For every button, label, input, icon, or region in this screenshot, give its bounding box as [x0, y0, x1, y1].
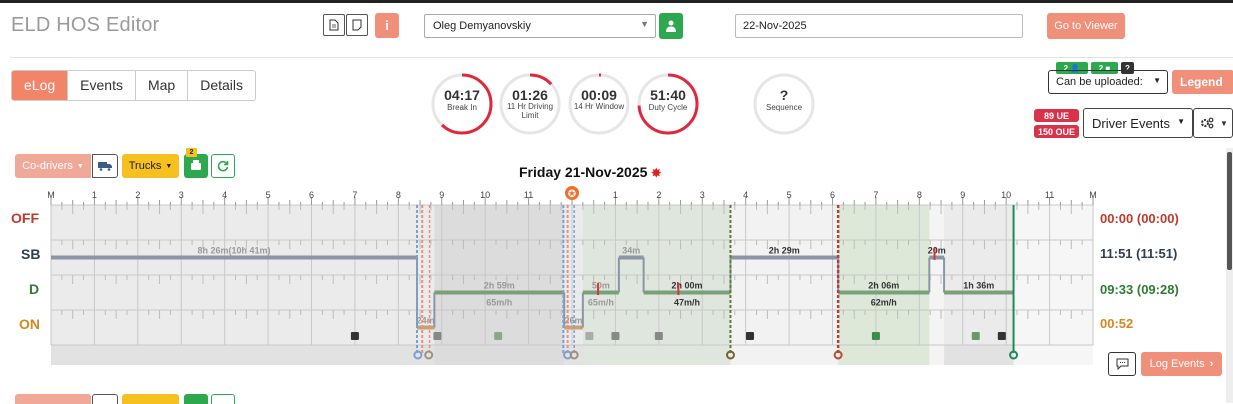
x-tick-label: 10: [480, 190, 490, 200]
sleeper-zone-shade: [929, 205, 945, 365]
x-tick-label: 9: [960, 190, 965, 200]
future-zone-shade: [1013, 205, 1093, 365]
event-icon: [871, 332, 880, 340]
x-tick-label: 3: [700, 190, 705, 200]
total-sb: 11:51 (11:51): [1100, 246, 1178, 261]
x-tick-label: 1: [92, 190, 97, 200]
segment-duration-label: 24m: [417, 316, 435, 326]
comments-button[interactable]: [1108, 352, 1136, 376]
noon-star-icon: ✪: [568, 189, 576, 200]
segment-duration-label: 20m: [928, 246, 946, 256]
x-tick-label: 7: [873, 190, 878, 200]
row-label-on: ON: [19, 316, 40, 332]
segment-duration-label: 50m: [592, 281, 610, 291]
row-label-off: OFF: [11, 210, 39, 226]
event-icon: [494, 332, 503, 340]
x-tick-label: 11: [524, 190, 533, 200]
x-tick-label: 4: [743, 190, 748, 200]
segment-speed-label: 65m/h: [486, 298, 512, 308]
segment-duration-label: 1h 36m: [963, 281, 994, 291]
row-label-sb: SB: [21, 246, 41, 262]
x-tick-label: 7: [352, 190, 357, 200]
total-d: 09:33 (09:28): [1100, 282, 1179, 297]
event-icon: [611, 332, 620, 340]
x-tick-label: 3: [179, 190, 184, 200]
x-tick-label: M: [47, 190, 55, 200]
log-events-button[interactable]: Log Events ›: [1141, 352, 1222, 376]
segment-duration-label: 2h 59m: [484, 281, 515, 291]
sleeper-zone-shade: [730, 205, 839, 365]
x-tick-label: 1: [613, 190, 618, 200]
log-events-label: Log Events: [1149, 358, 1205, 370]
segment-speed-label: 62m/h: [871, 298, 897, 308]
x-tick-label: 8: [396, 190, 401, 200]
scrollbar-thumb[interactable]: [1227, 152, 1232, 270]
event-icon: [433, 332, 442, 340]
x-tick-label: 6: [830, 190, 835, 200]
x-tick-label: 2: [135, 190, 140, 200]
elog-chart: M 1 2 3 4 5 6 7 8 9 10 11 1 2 3 4 5 6 7 8 9 10 11 M✪8h 26m(10h …: [47, 186, 1097, 365]
total-on: 00:52: [1100, 316, 1134, 331]
x-tick-label: M: [1089, 190, 1097, 200]
x-tick-label: 9: [439, 190, 444, 200]
event-icon: [997, 332, 1006, 340]
event-icon: [654, 332, 663, 340]
segment-duration-label: 8h 26m(10h 41m): [197, 246, 270, 256]
segment-duration-label: 2h 00m: [672, 281, 703, 291]
event-icon: [585, 332, 594, 340]
chat-icon: [1116, 358, 1128, 370]
x-tick-label: 8: [917, 190, 922, 200]
segment-speed-label: 65m/h: [588, 298, 614, 308]
x-tick-label: 5: [266, 190, 271, 200]
x-tick-label: 5: [787, 190, 792, 200]
row-label-d: D: [29, 281, 40, 297]
x-tick-label: 10: [1001, 190, 1011, 200]
x-tick-label: 11: [1045, 190, 1054, 200]
segment-duration-label: 2h 06m: [868, 281, 899, 291]
event-icon: [971, 332, 980, 340]
event-icon: [350, 332, 359, 340]
segment-duration-label: 2h 29m: [769, 246, 800, 256]
total-off: 00:00 (00:00): [1100, 211, 1179, 226]
x-tick-label: 6: [309, 190, 314, 200]
segment-speed-label: 47m/h: [674, 298, 700, 308]
segment-duration-label: 34m: [622, 246, 640, 256]
event-icon: [746, 332, 755, 340]
chevron-right-icon: ›: [1209, 358, 1214, 370]
x-tick-label: 2: [656, 190, 661, 200]
x-tick-label: 4: [222, 190, 227, 200]
